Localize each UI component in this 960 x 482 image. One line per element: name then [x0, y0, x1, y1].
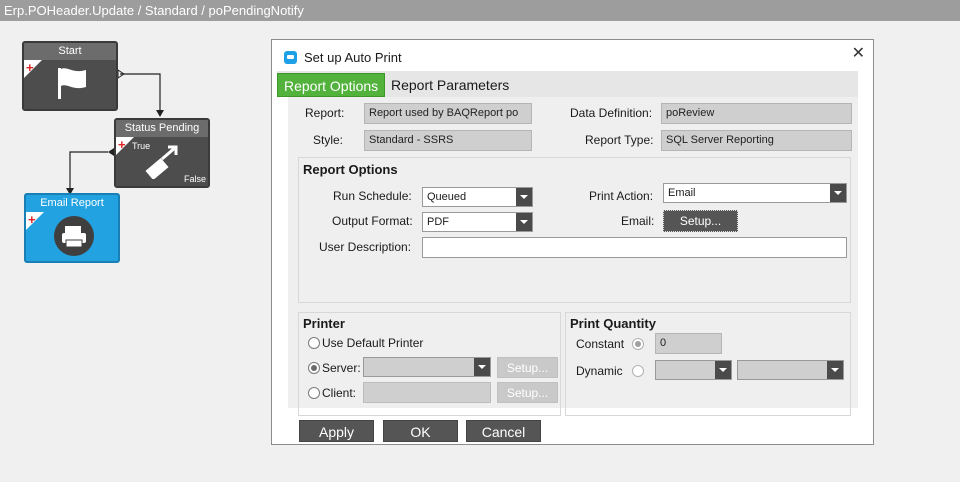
constant-radio[interactable] — [632, 338, 644, 350]
dynamic-table-select[interactable] — [655, 360, 732, 380]
dialog-title-bar: Set up Auto Print — [284, 48, 402, 66]
output-format-label: Output Format: — [332, 214, 413, 228]
run-schedule-select[interactable]: Queued — [422, 187, 533, 207]
connector-start-to-status — [120, 73, 161, 112]
constant-label: Constant — [576, 337, 625, 351]
workflow-node-email-report[interactable]: Email Report + — [24, 193, 120, 263]
client-setup-button[interactable]: Setup... — [497, 382, 558, 403]
chevron-down-icon[interactable] — [827, 361, 843, 379]
client-label: Client: — [322, 386, 357, 400]
user-description-label: User Description: — [319, 240, 412, 254]
email-setup-button[interactable]: Setup... — [663, 210, 738, 232]
connector-status-to-email — [69, 151, 108, 190]
report-options-group: Report Options Run Schedule: Queued Outp… — [298, 157, 851, 303]
printer-title: Printer — [303, 316, 345, 331]
report-type-label: Report Type: — [585, 133, 654, 147]
node-start-label: Start — [24, 43, 116, 60]
chevron-down-icon[interactable] — [830, 184, 846, 202]
close-icon[interactable]: ✕ — [852, 45, 865, 63]
plus-icon[interactable]: + — [118, 138, 126, 151]
run-schedule-value: Queued — [427, 191, 467, 203]
chevron-down-icon[interactable] — [474, 358, 490, 376]
workflow-node-status-pending[interactable]: Status Pending + True False — [114, 118, 210, 188]
connector-arrow-status — [156, 110, 164, 117]
server-label: Server: — [322, 361, 361, 375]
printer-icon — [54, 216, 94, 256]
tab-strip: Report Options Report Parameters — [277, 71, 858, 97]
print-action-value: Email — [668, 187, 696, 199]
dialog-title: Set up Auto Print — [304, 49, 402, 65]
use-default-printer-label: Use Default Printer — [322, 336, 424, 350]
report-type-field: SQL Server Reporting — [661, 130, 852, 151]
user-description-input[interactable] — [422, 237, 847, 258]
client-input[interactable] — [363, 382, 491, 403]
report-options-title: Report Options — [303, 162, 398, 177]
auto-print-dialog: Set up Auto Print ✕ Report Options Repor… — [271, 39, 874, 445]
cancel-button[interactable]: Cancel — [466, 420, 541, 442]
report-field: Report used by BAQReport po — [364, 103, 532, 124]
report-label: Report: — [305, 106, 345, 120]
false-branch-label: False — [183, 174, 206, 184]
constant-quantity-field[interactable]: 0 — [655, 333, 722, 354]
chevron-down-icon[interactable] — [516, 213, 532, 231]
tab-report-parameters[interactable]: Report Parameters — [385, 73, 515, 97]
run-schedule-label: Run Schedule: — [333, 189, 412, 203]
server-setup-button[interactable]: Setup... — [497, 357, 558, 378]
chevron-down-icon[interactable] — [516, 188, 532, 206]
report-options-panel: Report: Report used by BAQReport po Styl… — [288, 97, 858, 416]
chevron-down-icon[interactable] — [715, 361, 731, 379]
node-status-label: Status Pending — [116, 120, 208, 137]
server-select[interactable] — [363, 357, 491, 377]
ok-button[interactable]: OK — [383, 420, 458, 442]
node-email-label: Email Report — [26, 195, 118, 212]
server-radio[interactable] — [308, 362, 320, 374]
client-radio[interactable] — [308, 387, 320, 399]
print-action-select[interactable]: Email — [663, 183, 847, 203]
dynamic-label: Dynamic — [576, 364, 623, 378]
use-default-printer-radio[interactable] — [308, 337, 320, 349]
plus-icon[interactable]: + — [26, 61, 34, 74]
plus-icon[interactable]: + — [28, 213, 36, 226]
pencil-arrow-icon — [145, 145, 178, 179]
app-icon — [284, 50, 297, 64]
email-label: Email: — [621, 214, 655, 228]
dynamic-field-select[interactable] — [737, 360, 844, 380]
style-field: Standard - SSRS — [364, 130, 532, 151]
tab-report-options[interactable]: Report Options — [277, 73, 386, 97]
dynamic-radio[interactable] — [632, 365, 644, 377]
output-format-select[interactable]: PDF — [422, 212, 533, 232]
workflow-node-start[interactable]: Start + — [22, 41, 118, 111]
data-definition-label: Data Definition: — [570, 106, 653, 120]
printer-group: Printer Use Default Printer Server: Setu… — [298, 312, 561, 416]
flag-icon — [58, 68, 86, 99]
print-action-label: Print Action: — [589, 189, 654, 203]
style-label: Style: — [313, 133, 344, 147]
print-quantity-title: Print Quantity — [570, 316, 656, 331]
output-format-value: PDF — [427, 216, 449, 228]
data-definition-field: poReview — [661, 103, 852, 124]
apply-button[interactable]: Apply — [299, 420, 374, 442]
print-quantity-group: Print Quantity Constant 0 Dynamic — [565, 312, 851, 416]
